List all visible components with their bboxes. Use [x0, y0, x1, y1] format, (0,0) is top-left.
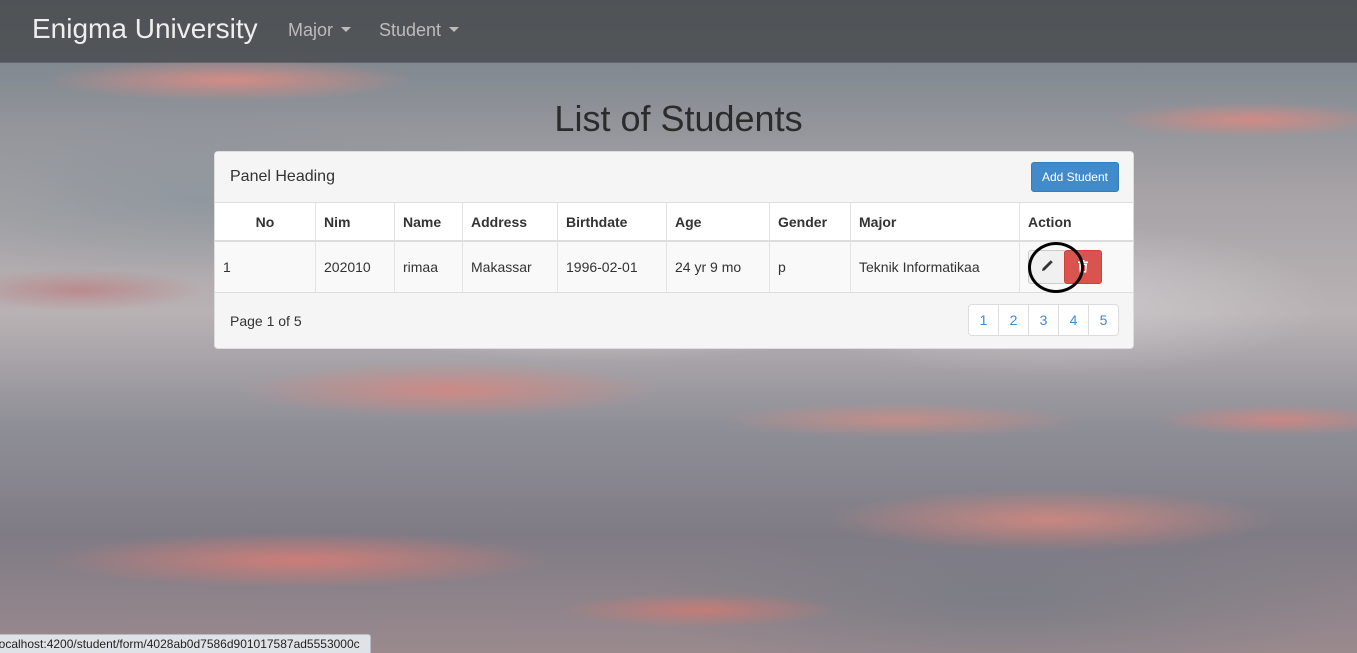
students-table: No Nim Name Address Birthdate Age Gender…	[215, 203, 1133, 293]
cell-gender: p	[769, 241, 851, 293]
cell-no: 1	[215, 241, 316, 293]
page-link-1[interactable]: 1	[968, 304, 999, 336]
status-bar: localhost:4200/student/form/4028ab0d7586…	[0, 634, 371, 653]
panel-footer: Page 1 of 5 1 2 3 4 5	[215, 293, 1133, 348]
status-bar-url: localhost:4200/student/form/4028ab0d7586…	[0, 637, 360, 651]
top-navbar: Enigma University Major Student	[0, 0, 1357, 62]
major-menu-label: Major	[288, 20, 334, 40]
column-header-address: Address	[462, 203, 558, 242]
cell-address: Makassar	[462, 241, 558, 293]
column-header-major: Major	[850, 203, 1020, 242]
page-link-2[interactable]: 2	[998, 304, 1029, 336]
column-header-action: Action	[1019, 203, 1133, 242]
pagination: 1 2 3 4 5	[968, 304, 1119, 336]
cell-birthdate: 1996-02-01	[557, 241, 667, 293]
column-header-name: Name	[394, 203, 463, 242]
column-header-no: No	[215, 203, 316, 242]
student-menu[interactable]: Student	[379, 20, 460, 41]
table-row: 1 202010 rimaa Makassar 1996-02-01 24 yr…	[215, 241, 1133, 293]
page-link-5[interactable]: 5	[1088, 304, 1119, 336]
column-header-birthdate: Birthdate	[557, 203, 667, 242]
add-student-button[interactable]: Add Student	[1030, 162, 1119, 192]
cell-nim: 202010	[315, 241, 395, 293]
pencil-icon	[1042, 260, 1053, 271]
students-panel: Panel Heading Add Student No Nim Name Ad…	[214, 151, 1134, 349]
column-header-age: Age	[666, 203, 770, 242]
student-menu-label: Student	[379, 20, 442, 40]
page-title: List of Students	[554, 98, 803, 139]
cell-action	[1019, 241, 1133, 293]
page-link-3[interactable]: 3	[1028, 304, 1059, 336]
trash-icon	[1078, 260, 1088, 273]
page-info: Page 1 of 5	[230, 313, 302, 329]
column-header-gender: Gender	[769, 203, 851, 242]
panel-title: Panel Heading	[230, 168, 335, 185]
delete-button[interactable]	[1064, 250, 1102, 284]
panel-heading: Panel Heading Add Student	[215, 152, 1133, 203]
chevron-down-icon	[341, 26, 352, 32]
column-header-nim: Nim	[315, 203, 395, 242]
cell-major: Teknik Informatikaa	[850, 241, 1020, 293]
table-header-row: No Nim Name Address Birthdate Age Gender…	[215, 203, 1133, 242]
cell-name: rimaa	[394, 241, 463, 293]
edit-button[interactable]	[1028, 250, 1066, 284]
major-menu[interactable]: Major	[288, 20, 352, 41]
cell-age: 24 yr 9 mo	[666, 241, 770, 293]
page-link-4[interactable]: 4	[1058, 304, 1089, 336]
brand-link[interactable]: Enigma University	[32, 13, 258, 45]
chevron-down-icon	[449, 26, 460, 32]
